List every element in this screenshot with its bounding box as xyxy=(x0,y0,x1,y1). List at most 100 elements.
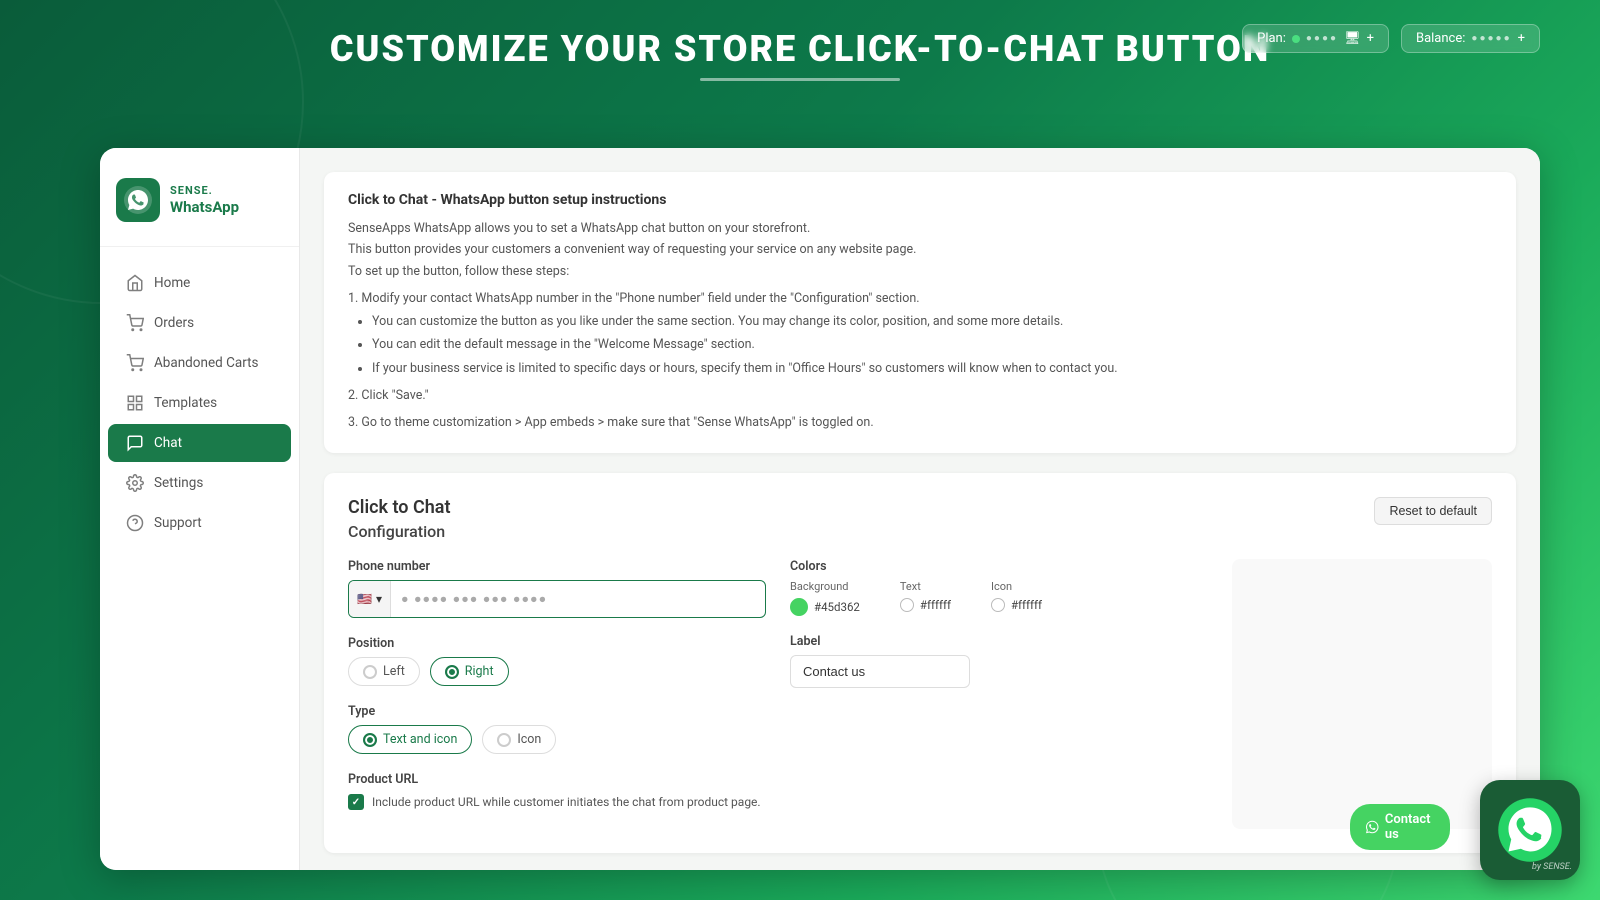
label-group: Label xyxy=(790,634,1208,688)
top-bar: Plan: ●●●● 🖥 + Balance: ●●●●● + xyxy=(1242,24,1540,53)
type-radio-group: Text and icon Icon xyxy=(348,725,766,754)
phone-label: Phone number xyxy=(348,559,766,574)
colors-label: Colors xyxy=(790,559,1208,574)
product-url-label: Product URL xyxy=(348,772,766,787)
label-input[interactable] xyxy=(790,655,970,688)
plan-dot xyxy=(1292,35,1300,43)
sidebar-label-support: Support xyxy=(154,515,202,531)
position-group: Position Left Right xyxy=(348,636,766,686)
flag-dropdown-icon: ▾ xyxy=(376,592,382,606)
support-icon xyxy=(126,514,144,532)
config-section: Click to Chat Configuration Reset to def… xyxy=(324,473,1516,853)
color-bg-label: Background xyxy=(790,580,860,593)
product-url-checkbox-label: Include product URL while customer initi… xyxy=(372,793,761,811)
product-url-checkbox[interactable] xyxy=(348,794,364,810)
phone-input[interactable] xyxy=(391,585,765,613)
instructions-step1: 1. Modify your contact WhatsApp number i… xyxy=(348,288,1492,309)
phone-input-wrapper: 🇺🇸 ▾ xyxy=(348,580,766,618)
color-icon-label: Icon xyxy=(991,580,1042,593)
position-right-radio xyxy=(445,665,459,679)
main-container: SENSE. WhatsApp Home Orders xyxy=(100,148,1540,870)
sidebar-label-templates: Templates xyxy=(154,395,217,411)
section-subtitle: Configuration xyxy=(348,522,1492,541)
type-text-icon-label: Text and icon xyxy=(383,732,457,747)
logo-whatsapp: WhatsApp xyxy=(170,198,239,216)
color-bg-value: #45d362 xyxy=(814,600,860,614)
balance-button[interactable]: Balance: ●●●●● + xyxy=(1401,24,1540,53)
color-icon-radio[interactable] xyxy=(991,598,1005,612)
config-preview xyxy=(1232,559,1492,829)
sidebar-item-abandoned-carts[interactable]: Abandoned Carts xyxy=(108,344,291,382)
sidebar-label-chat: Chat xyxy=(154,435,182,451)
sidebar-item-chat[interactable]: Chat xyxy=(108,424,291,462)
position-left-radio xyxy=(363,665,377,679)
phone-number-group: Phone number 🇺🇸 ▾ xyxy=(348,559,766,618)
product-url-group: Product URL Include product URL while cu… xyxy=(348,772,766,811)
sidebar-item-orders[interactable]: Orders xyxy=(108,304,291,342)
logo-area: SENSE. WhatsApp xyxy=(100,168,299,247)
plan-add-icon: + xyxy=(1367,31,1374,46)
sidebar-item-support[interactable]: Support xyxy=(108,504,291,542)
instructions-bullet2: You can edit the default message in the … xyxy=(372,334,1492,355)
color-bg-swatch[interactable] xyxy=(790,598,808,616)
color-text-radio[interactable] xyxy=(900,598,914,612)
config-left: Phone number 🇺🇸 ▾ Position xyxy=(348,559,766,829)
plan-value: ●●●● xyxy=(1306,33,1338,44)
sidebar-label-abandoned-carts: Abandoned Carts xyxy=(154,355,259,371)
position-radio-group: Left Right xyxy=(348,657,766,686)
type-icon-option[interactable]: Icon xyxy=(482,725,556,754)
plan-button[interactable]: Plan: ●●●● 🖥 + xyxy=(1242,24,1389,53)
sense-label: by SENSE. xyxy=(1532,862,1572,872)
color-background: Background #45d362 xyxy=(790,580,860,616)
type-text-icon-option[interactable]: Text and icon xyxy=(348,725,472,754)
instructions-bullet3: If your business service is limited to s… xyxy=(372,358,1492,379)
templates-icon xyxy=(126,394,144,412)
position-left-option[interactable]: Left xyxy=(348,657,420,686)
instructions-step3: 3. Go to theme customization > App embed… xyxy=(348,412,1492,433)
instructions-text: SenseApps WhatsApp allows you to set a W… xyxy=(348,218,1492,433)
instructions-intro1: SenseApps WhatsApp allows you to set a W… xyxy=(348,218,1492,239)
position-label: Position xyxy=(348,636,766,651)
position-right-label: Right xyxy=(465,664,494,679)
color-icon-value: #ffffff xyxy=(1011,598,1042,612)
color-text-value: #ffffff xyxy=(920,598,951,612)
main-content: Click to Chat - WhatsApp button setup in… xyxy=(300,148,1540,870)
plan-label: Plan: xyxy=(1257,31,1286,46)
instructions-box: Click to Chat - WhatsApp button setup in… xyxy=(324,172,1516,453)
balance-value: ●●●●● xyxy=(1471,33,1511,44)
sidebar-item-home[interactable]: Home xyxy=(108,264,291,302)
type-icon-label: Icon xyxy=(517,732,541,747)
contact-us-preview-btn: Contact us xyxy=(1350,804,1450,850)
title-underline xyxy=(700,78,900,81)
instructions-title: Click to Chat - WhatsApp button setup in… xyxy=(348,192,1492,208)
sidebar-label-settings: Settings xyxy=(154,475,203,491)
position-right-option[interactable]: Right xyxy=(430,657,509,686)
color-text-label: Text xyxy=(900,580,951,593)
type-label: Type xyxy=(348,704,766,719)
color-icon: Icon #ffffff xyxy=(991,580,1042,616)
reset-button[interactable]: Reset to default xyxy=(1374,497,1492,525)
phone-flag: 🇺🇸 ▾ xyxy=(349,581,391,617)
product-url-checkbox-row: Include product URL while customer initi… xyxy=(348,793,766,811)
settings-icon xyxy=(126,474,144,492)
sidebar-label-home: Home xyxy=(154,275,190,291)
instructions-intro3: To set up the button, follow these steps… xyxy=(348,261,1492,282)
colors-group: Colors Background #45d362 Text xyxy=(790,559,1208,616)
type-group: Type Text and icon Icon xyxy=(348,704,766,754)
config-grid: Phone number 🇺🇸 ▾ Position xyxy=(348,559,1492,829)
balance-label: Balance: xyxy=(1416,31,1465,46)
logo-icon xyxy=(116,178,160,222)
sidebar-item-templates[interactable]: Templates xyxy=(108,384,291,422)
whatsapp-preview: Contact us by SENSE. xyxy=(1480,780,1580,880)
position-left-label: Left xyxy=(383,664,405,679)
sidebar: SENSE. WhatsApp Home Orders xyxy=(100,148,300,870)
colors-row: Background #45d362 Text #ffff xyxy=(790,580,1208,616)
sidebar-item-settings[interactable]: Settings xyxy=(108,464,291,502)
section-title-main: Click to Chat xyxy=(348,497,1492,518)
type-icon-radio xyxy=(497,733,511,747)
home-icon xyxy=(126,274,144,292)
label-field-label: Label xyxy=(790,634,1208,649)
flag-emoji: 🇺🇸 xyxy=(357,592,372,606)
logo-text: SENSE. WhatsApp xyxy=(170,184,239,215)
plan-icon: 🖥 xyxy=(1344,31,1361,46)
